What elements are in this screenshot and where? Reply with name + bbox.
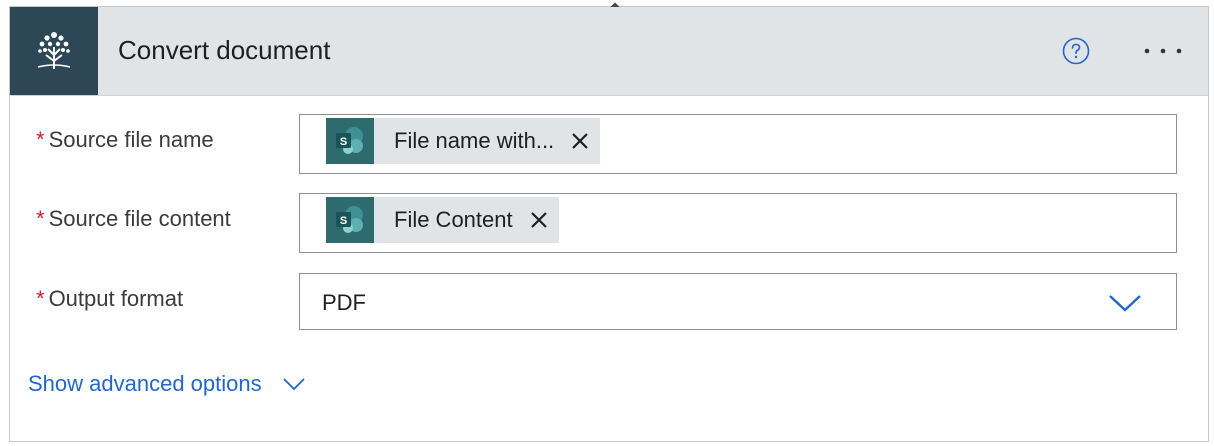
tree-icon: [37, 32, 71, 69]
source-file-content-field[interactable]: S File Content: [299, 193, 1177, 253]
source-file-content-label: * Source file content: [36, 206, 231, 231]
action-card: Convert document * Source file name S Fi…: [9, 2, 1209, 442]
sharepoint-icon: S: [326, 197, 374, 243]
token-label: File name with...: [394, 128, 555, 153]
output-format-label: * Output format: [36, 286, 184, 311]
close-icon[interactable]: [568, 129, 592, 153]
svg-text:S: S: [340, 136, 347, 148]
dynamic-content-token[interactable]: S File Content: [326, 197, 559, 243]
svg-text:S: S: [340, 215, 347, 227]
sharepoint-icon: S: [326, 118, 374, 164]
show-advanced-options-link[interactable]: Show advanced options: [28, 371, 306, 397]
advanced-options-label: Show advanced options: [28, 371, 262, 396]
more-options-icon[interactable]: [1141, 39, 1185, 63]
chevron-down-icon: [282, 378, 305, 391]
close-icon[interactable]: [527, 208, 551, 232]
required-mark: *: [36, 127, 45, 152]
chevron-down-icon[interactable]: [1108, 293, 1142, 313]
output-format-value: PDF: [322, 290, 366, 315]
required-mark: *: [36, 206, 45, 231]
dynamic-content-token[interactable]: S File name with...: [326, 118, 601, 164]
required-mark: *: [36, 286, 45, 311]
action-header[interactable]: Convert document: [10, 7, 1208, 96]
connector-logo: [10, 7, 98, 95]
action-title: Convert document: [118, 35, 331, 65]
output-format-dropdown[interactable]: PDF: [299, 273, 1177, 330]
source-file-name-label: * Source file name: [36, 127, 214, 152]
help-icon[interactable]: [1062, 37, 1090, 65]
token-label: File Content: [394, 207, 513, 232]
source-file-name-field[interactable]: S File name with...: [299, 114, 1177, 174]
